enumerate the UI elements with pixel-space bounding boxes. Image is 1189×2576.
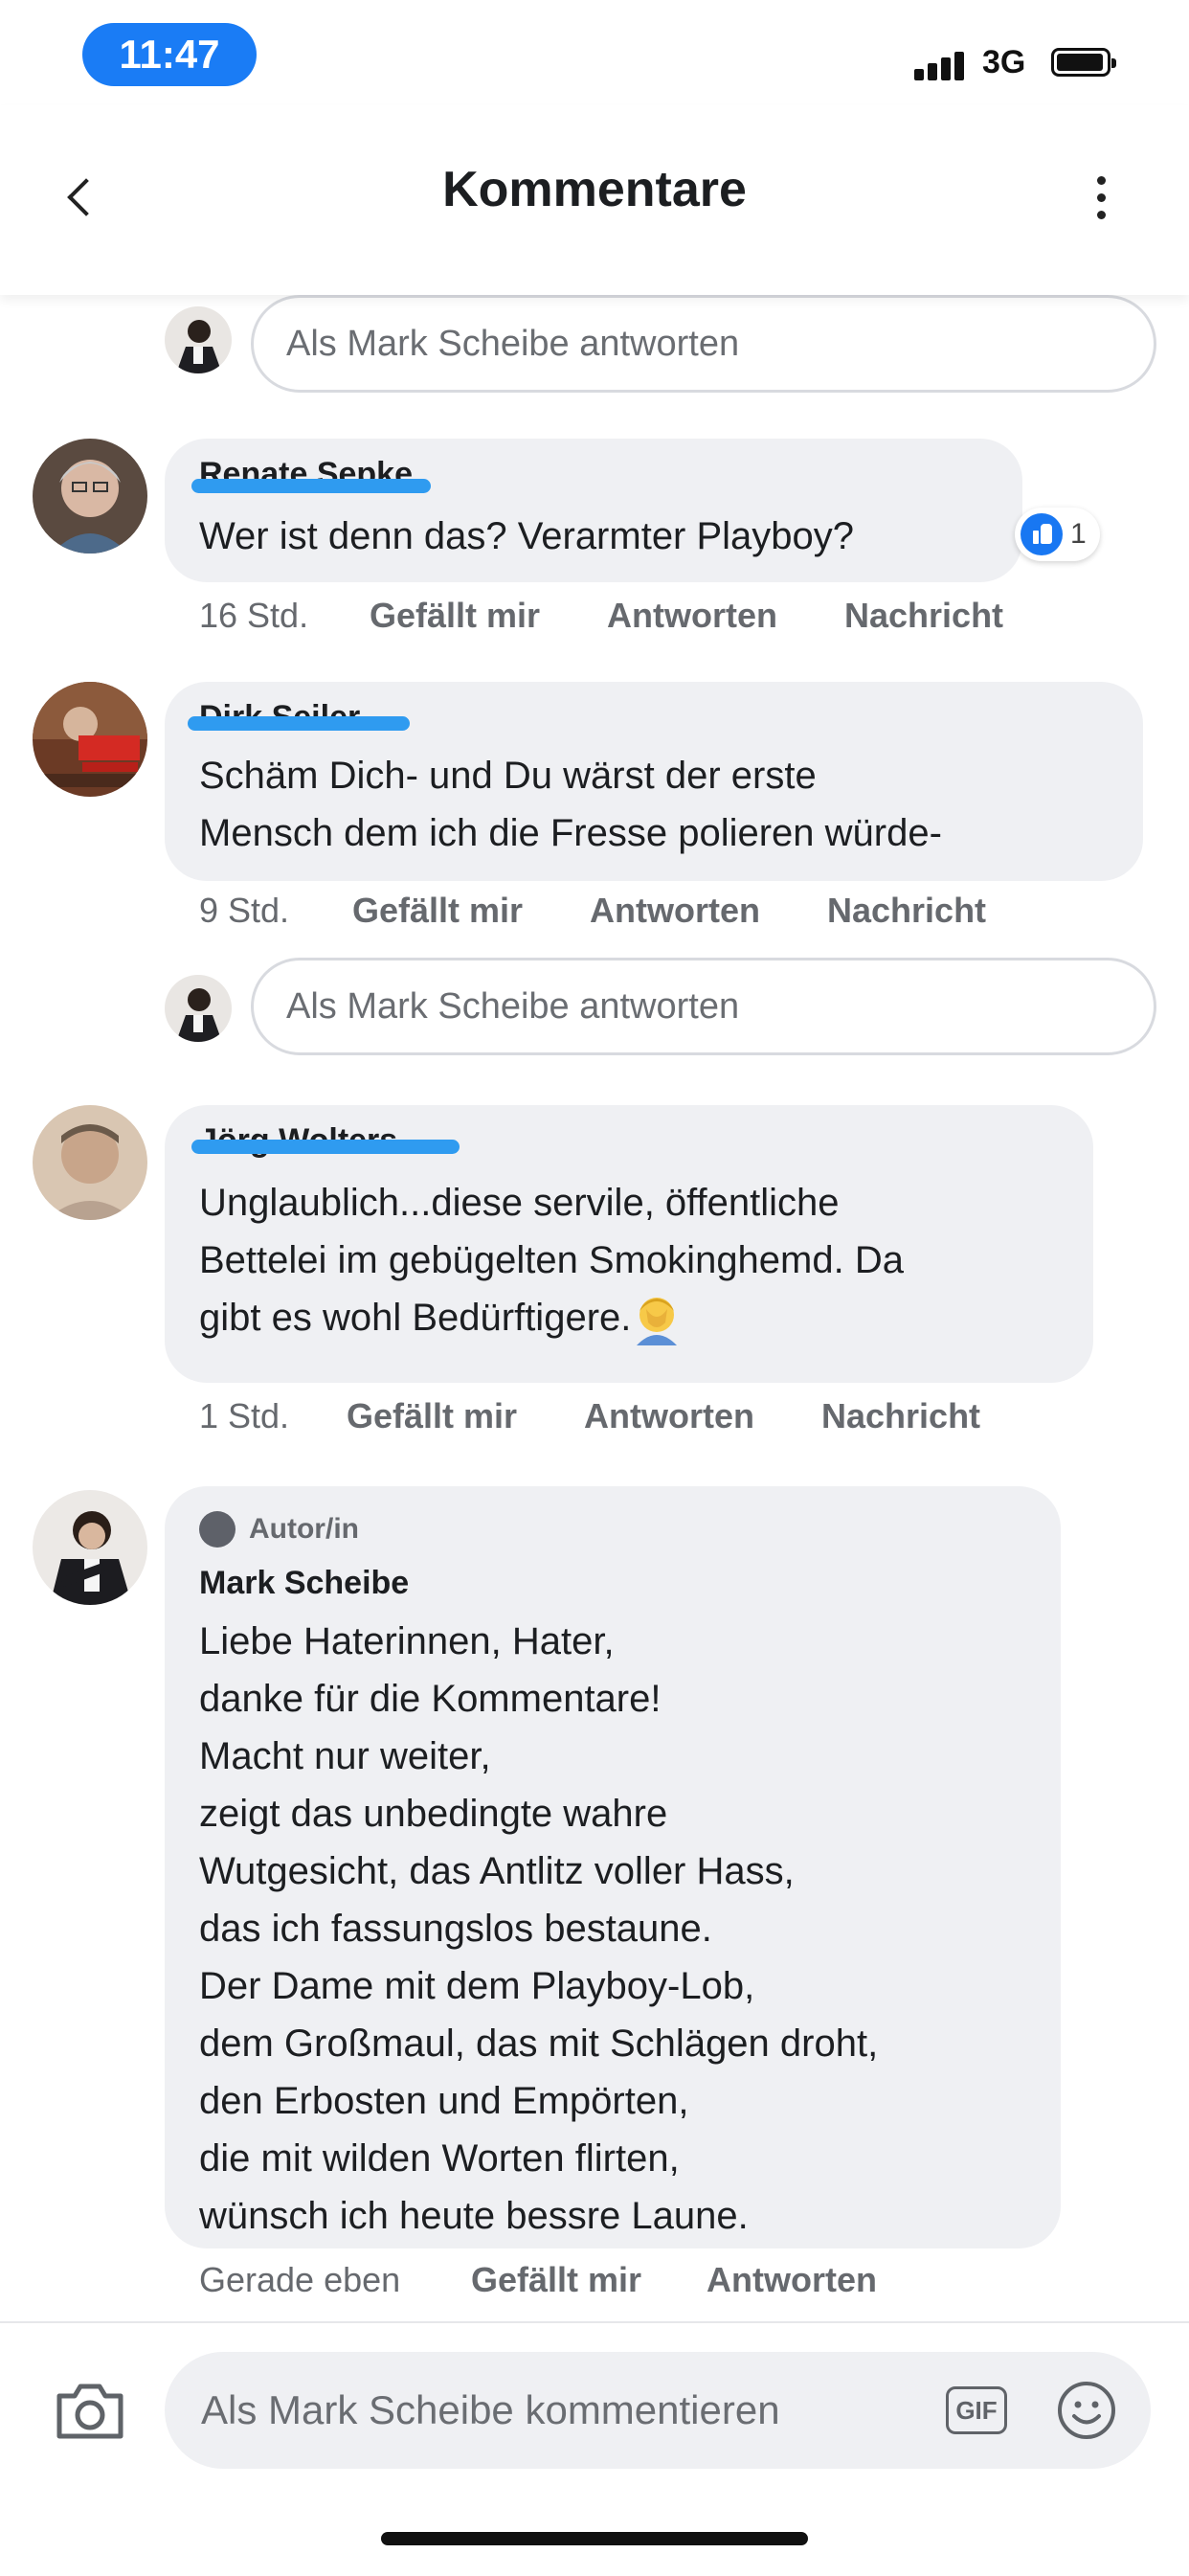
- author-badge: Autor/in: [199, 1511, 359, 1548]
- status-bar: 11:47 3G: [0, 0, 1189, 105]
- redaction-mark: [191, 1140, 460, 1154]
- redaction-mark: [191, 479, 431, 493]
- like-button[interactable]: Gefällt mir: [370, 596, 540, 636]
- signal-icon: [914, 48, 972, 80]
- page-title: Kommentare: [442, 162, 747, 217]
- comment-input[interactable]: Als Mark Scheibe kommentieren GIF: [165, 2352, 1151, 2469]
- comment-time: 9 Std.: [199, 891, 290, 930]
- comment-time: 1 Std.: [199, 1396, 290, 1435]
- reply-input[interactable]: Als Mark Scheibe antworten: [251, 295, 1156, 393]
- comment-bubble: Renate Sepke Wer ist denn das? Verarmter…: [165, 439, 1022, 582]
- author-badge-icon: [199, 1511, 236, 1548]
- like-reaction-icon: [1021, 513, 1063, 555]
- message-button[interactable]: Nachricht: [821, 1396, 980, 1436]
- gif-icon[interactable]: GIF: [946, 2386, 1007, 2434]
- message-button[interactable]: Nachricht: [844, 596, 1003, 636]
- facepalm-emoji-icon: [637, 1298, 678, 1346]
- reply-button[interactable]: Antworten: [590, 891, 760, 931]
- reply-button[interactable]: Antworten: [584, 1396, 754, 1436]
- message-button[interactable]: Nachricht: [827, 891, 986, 931]
- comment-text: Wer ist denn das? Verarmter Playboy?: [199, 515, 855, 557]
- avatar[interactable]: [33, 682, 147, 797]
- avatar[interactable]: [33, 439, 147, 554]
- reply-button[interactable]: Antworten: [707, 2260, 877, 2300]
- comment-bubble: Jörg Wolters Unglaublich...diese servile…: [165, 1105, 1093, 1383]
- reply-input[interactable]: Als Mark Scheibe antworten: [251, 958, 1156, 1055]
- more-options-icon[interactable]: [1082, 169, 1120, 226]
- reaction-count: 1: [1070, 518, 1087, 550]
- comment-text: Schäm Dich- und Du wärst der erste Mensc…: [199, 755, 942, 854]
- author-avatar[interactable]: [33, 1490, 147, 1605]
- comment-author[interactable]: Mark Scheibe: [199, 1565, 409, 1602]
- status-time: 11:47: [82, 23, 257, 86]
- like-button[interactable]: Gefällt mir: [347, 1396, 517, 1436]
- header: Kommentare: [0, 105, 1189, 295]
- network-type: 3G: [982, 44, 1026, 80]
- reply-button[interactable]: Antworten: [607, 596, 777, 636]
- author-comment-bubble: Autor/in Mark Scheibe Liebe Haterinnen, …: [165, 1486, 1061, 2248]
- comment-input-placeholder: Als Mark Scheibe kommentieren: [201, 2387, 780, 2432]
- reaction-badge[interactable]: 1: [1015, 508, 1100, 561]
- comment-text: Unglaublich...diese servile, öffentliche…: [199, 1174, 904, 1346]
- my-avatar: [165, 975, 232, 1042]
- comment-bubble: Dirk Seiler Schäm Dich- und Du wärst der…: [165, 682, 1143, 881]
- comment-time: Gerade eben: [199, 2260, 401, 2299]
- home-indicator[interactable]: [381, 2532, 808, 2545]
- avatar[interactable]: [33, 1105, 147, 1220]
- camera-icon[interactable]: [54, 2381, 126, 2442]
- battery-icon: [1051, 48, 1116, 77]
- comment-text: Liebe Haterinnen, Hater, danke für die K…: [199, 1620, 879, 2237]
- like-button[interactable]: Gefällt mir: [471, 2260, 641, 2300]
- comment-time: 16 Std.: [199, 596, 309, 635]
- like-button[interactable]: Gefällt mir: [352, 891, 523, 931]
- emoji-smile-icon[interactable]: [1055, 2379, 1118, 2442]
- my-avatar: [165, 306, 232, 373]
- redaction-mark: [188, 716, 410, 731]
